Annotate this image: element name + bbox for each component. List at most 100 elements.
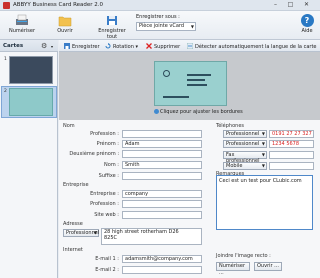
minimize-button[interactable]: –: [269, 1, 282, 9]
profession-label: Profession :: [90, 131, 119, 137]
open-button[interactable]: Ouvrir: [54, 14, 76, 34]
save-label: Enregistrer: [72, 44, 100, 50]
save-to-label: Enregistrer sous :: [136, 14, 180, 20]
address-line-2: 825C: [104, 235, 118, 241]
card-image[interactable]: [154, 61, 227, 106]
remarks-textarea[interactable]: Ceci est un test pour CLubic.com: [216, 175, 313, 230]
adjust-borders-text: Cliquez pour ajuster les bordures: [160, 109, 243, 115]
phone-field-2[interactable]: 1234 5678: [269, 140, 314, 148]
email2-field[interactable]: [122, 266, 202, 274]
rotate-label: Rotation: [113, 44, 134, 50]
phone-type-dropdown-1[interactable]: Professionnel ▼: [223, 130, 267, 138]
phone-field-3[interactable]: [269, 151, 314, 159]
text-line: [187, 84, 207, 86]
attach-image-title: Joindre l'image recto :: [216, 253, 271, 259]
open-label: Ouvrir: [57, 28, 73, 34]
detect-language-button[interactable]: Détecter automatiquement la langue de la…: [187, 43, 316, 50]
phone-field-1[interactable]: 0191 27 27 327: [269, 130, 314, 138]
phones-title: Téléphones: [216, 123, 244, 129]
save-to-value: Pièce jointe vCard: [139, 23, 185, 29]
save-all-button[interactable]: Enregistrer tout: [94, 14, 130, 40]
phone-value-1: 0191 27 27 327: [272, 131, 312, 137]
save-to-select[interactable]: Pièce jointe vCard ▼: [136, 22, 196, 31]
suffix-label: Suffixe :: [98, 173, 119, 179]
app-icon: [3, 2, 10, 9]
card-image: [9, 56, 53, 84]
profession-field[interactable]: [122, 130, 202, 138]
phone-field-4[interactable]: [269, 162, 314, 170]
job-title-label: Profession :: [90, 201, 119, 207]
rotate-button[interactable]: Rotation ▾: [105, 43, 138, 50]
phone-type-2: Professionnel: [226, 141, 260, 147]
ribbon: Numériser Ouvrir Enregistrer tout Enregi…: [0, 11, 320, 40]
phone-type-4: Mobile: [226, 163, 243, 169]
cards-panel: Cartes ⚙ ▾ 1 2: [0, 40, 58, 278]
scanner-icon: [16, 14, 28, 25]
suffix-field[interactable]: [122, 172, 202, 180]
middle-name-field[interactable]: [122, 150, 202, 158]
save-icon: [64, 43, 70, 49]
help-button[interactable]: ? Aide: [298, 14, 316, 34]
gear-icon[interactable]: ⚙: [41, 42, 47, 50]
chevron-down-icon[interactable]: ▾: [51, 44, 53, 49]
card-image: [9, 88, 53, 116]
attach-open-label: Ouvrir ...: [257, 263, 279, 269]
address-field[interactable]: 28 high street rotherham D26 825C: [101, 228, 202, 245]
email1-field[interactable]: adamsmith@company.com: [122, 255, 202, 263]
job-title-field[interactable]: [122, 200, 202, 208]
card-image-viewer: Cliquez pour ajuster les bordures: [59, 52, 320, 120]
phone-type-dropdown-4[interactable]: Mobile ▼: [223, 162, 267, 170]
title-bar: ABBYY Business Card Reader 2.0 – □ ✕: [0, 0, 320, 11]
card-thumbnail-1[interactable]: 1: [4, 56, 53, 84]
first-name-field[interactable]: Adam: [122, 140, 202, 148]
company-label: Entreprise :: [90, 191, 119, 197]
middle-name-label: Deuxième prénom :: [69, 151, 119, 157]
chevron-down-icon: ▼: [261, 141, 265, 146]
rotate-icon: [105, 43, 111, 49]
section-name: Nom: [63, 123, 75, 129]
email2-label: E-mail 2 :: [95, 267, 119, 273]
phone-type-1: Professionnel: [226, 131, 260, 137]
card-number: 1: [4, 57, 7, 62]
last-name-label: Nom :: [104, 162, 119, 168]
text-line: [187, 79, 205, 81]
card-number: 2: [4, 89, 7, 94]
save-button[interactable]: Enregistrer: [64, 43, 100, 50]
address-type-dropdown[interactable]: Professionnel ▼: [63, 229, 99, 237]
text-line: [187, 74, 211, 76]
scan-button[interactable]: Numériser: [6, 14, 38, 34]
close-button[interactable]: ✕: [300, 1, 313, 9]
save-all-icon: [107, 16, 117, 25]
card-fields-form: Nom Profession : Prénom : Adam Deuxième …: [59, 120, 320, 278]
last-name-field[interactable]: Smith: [122, 161, 202, 169]
attach-scan-button[interactable]: Numériser ...: [216, 262, 250, 276]
help-label: Aide: [301, 28, 313, 34]
chevron-down-icon: ▼: [261, 131, 265, 136]
chevron-down-icon: ▼: [93, 230, 97, 235]
website-label: Site web :: [94, 212, 119, 218]
save-to-group: Enregistrer sous : Pièce jointe vCard ▼: [136, 14, 196, 31]
phone-type-dropdown-3[interactable]: Fax professionnel ▼: [223, 151, 267, 164]
maximize-button[interactable]: □: [284, 1, 297, 9]
detect-language-label: Détecter automatiquement la langue de la…: [195, 44, 317, 50]
remarks-text: Ceci est un test pour CLubic.com: [219, 178, 302, 184]
section-address: Adresse: [63, 221, 83, 227]
logo-icon: [163, 70, 170, 77]
phone-type-dropdown-2[interactable]: Professionnel ▼: [223, 140, 267, 148]
adjust-borders-hint[interactable]: Cliquez pour ajuster les bordures: [154, 109, 243, 115]
window-title: ABBYY Business Card Reader 2.0: [13, 2, 104, 8]
company-field[interactable]: company: [122, 190, 202, 198]
website-field[interactable]: [122, 211, 202, 219]
card-thumbnail-2[interactable]: 2: [4, 88, 53, 116]
delete-button[interactable]: Supprimer: [146, 43, 180, 50]
card-toolbar: Enregistrer Rotation ▾ Supprimer Détecte…: [59, 40, 320, 52]
phone-value-2: 1234 5678: [272, 141, 300, 147]
text-line: [163, 96, 189, 98]
attach-open-button[interactable]: Ouvrir ...: [254, 262, 282, 271]
section-internet: Internet: [63, 247, 83, 253]
delete-label: Supprimer: [154, 44, 181, 50]
first-name-label: Prénom :: [96, 141, 119, 147]
cards-panel-title: Cartes: [3, 43, 24, 49]
chevron-down-icon: ▼: [190, 24, 194, 29]
help-icon: ?: [300, 14, 314, 27]
